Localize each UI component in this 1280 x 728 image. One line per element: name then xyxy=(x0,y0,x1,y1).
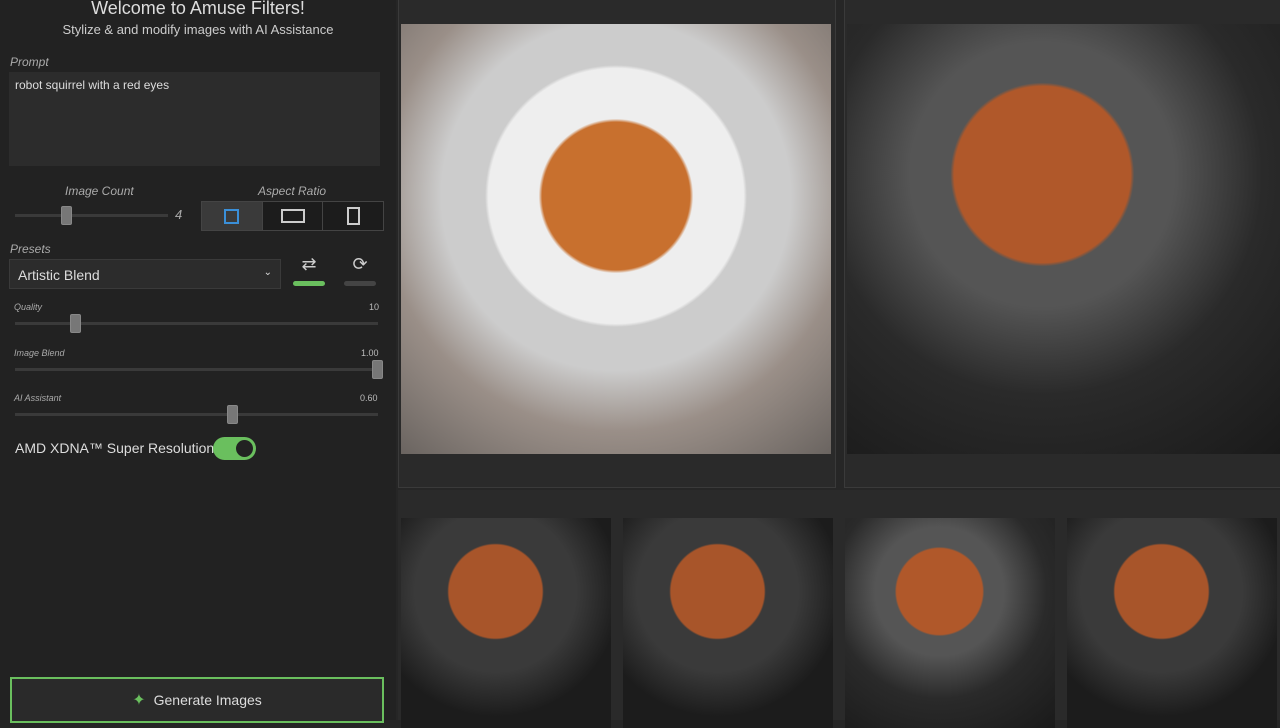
aspect-ratio-group xyxy=(201,201,384,231)
image-count-slider[interactable] xyxy=(15,214,168,217)
generate-label: Generate Images xyxy=(153,692,262,708)
presets-dropdown[interactable]: Artistic Blend ⌄ xyxy=(9,259,281,289)
refresh-indicator xyxy=(344,281,376,286)
ai-assistant-value: 0.60 xyxy=(360,393,378,403)
super-resolution-toggle[interactable] xyxy=(213,437,256,460)
controls-panel: Welcome to Amuse Filters! Stylize & and … xyxy=(0,0,396,723)
generate-images-button[interactable]: ✦ Generate Images xyxy=(10,677,384,723)
super-resolution-label: AMD XDNA™ Super Resolution xyxy=(15,440,215,456)
quality-thumb[interactable] xyxy=(70,314,81,333)
page-subtitle: Stylize & and modify images with AI Assi… xyxy=(62,22,334,37)
image-blend-slider[interactable] xyxy=(15,368,378,371)
aspect-landscape-button[interactable] xyxy=(263,202,324,230)
image-count-label: Image Count xyxy=(65,184,134,198)
refresh-button[interactable]: ⟳ xyxy=(340,252,380,288)
image-count-thumb[interactable] xyxy=(61,206,72,225)
source-image-frame xyxy=(398,0,836,488)
landscape-icon xyxy=(280,209,305,223)
source-image[interactable] xyxy=(401,24,831,454)
result-image[interactable] xyxy=(847,24,1280,454)
presets-selected: Artistic Blend xyxy=(18,267,100,283)
shuffle-active-indicator xyxy=(293,281,325,286)
image-count-value: 4 xyxy=(175,207,183,222)
prompt-label: Prompt xyxy=(10,55,49,69)
portrait-icon xyxy=(346,207,360,225)
quality-label: Quality xyxy=(14,302,43,312)
ai-assistant-slider[interactable] xyxy=(15,413,378,416)
prompt-input[interactable]: robot squirrel with a red eyes xyxy=(9,72,380,166)
thumbnail-image[interactable] xyxy=(1067,518,1277,728)
thumbnail-strip xyxy=(398,490,1280,728)
thumbnail-image[interactable] xyxy=(401,518,611,728)
aspect-ratio-label: Aspect Ratio xyxy=(258,184,327,198)
shuffle-button[interactable]: ⇄ xyxy=(289,252,329,288)
ai-assistant-thumb[interactable] xyxy=(227,405,238,424)
image-blend-label: Image Blend xyxy=(14,348,65,358)
presets-label: Presets xyxy=(10,242,51,256)
chevron-down-icon: ⌄ xyxy=(263,267,272,278)
square-icon xyxy=(224,208,240,224)
page-title: Welcome to Amuse Filters! xyxy=(91,0,305,18)
thumbnail-image[interactable] xyxy=(623,518,833,728)
image-blend-thumb[interactable] xyxy=(372,360,383,379)
magic-wand-icon: ✦ xyxy=(132,692,146,709)
aspect-portrait-button[interactable] xyxy=(323,202,383,230)
ai-assistant-label: AI Assistant xyxy=(14,393,62,403)
aspect-square-button[interactable] xyxy=(202,202,263,230)
image-blend-value: 1.00 xyxy=(361,348,379,358)
thumbnail-image[interactable] xyxy=(845,518,1055,728)
quality-value: 10 xyxy=(369,302,380,312)
result-image-frame xyxy=(844,0,1280,488)
